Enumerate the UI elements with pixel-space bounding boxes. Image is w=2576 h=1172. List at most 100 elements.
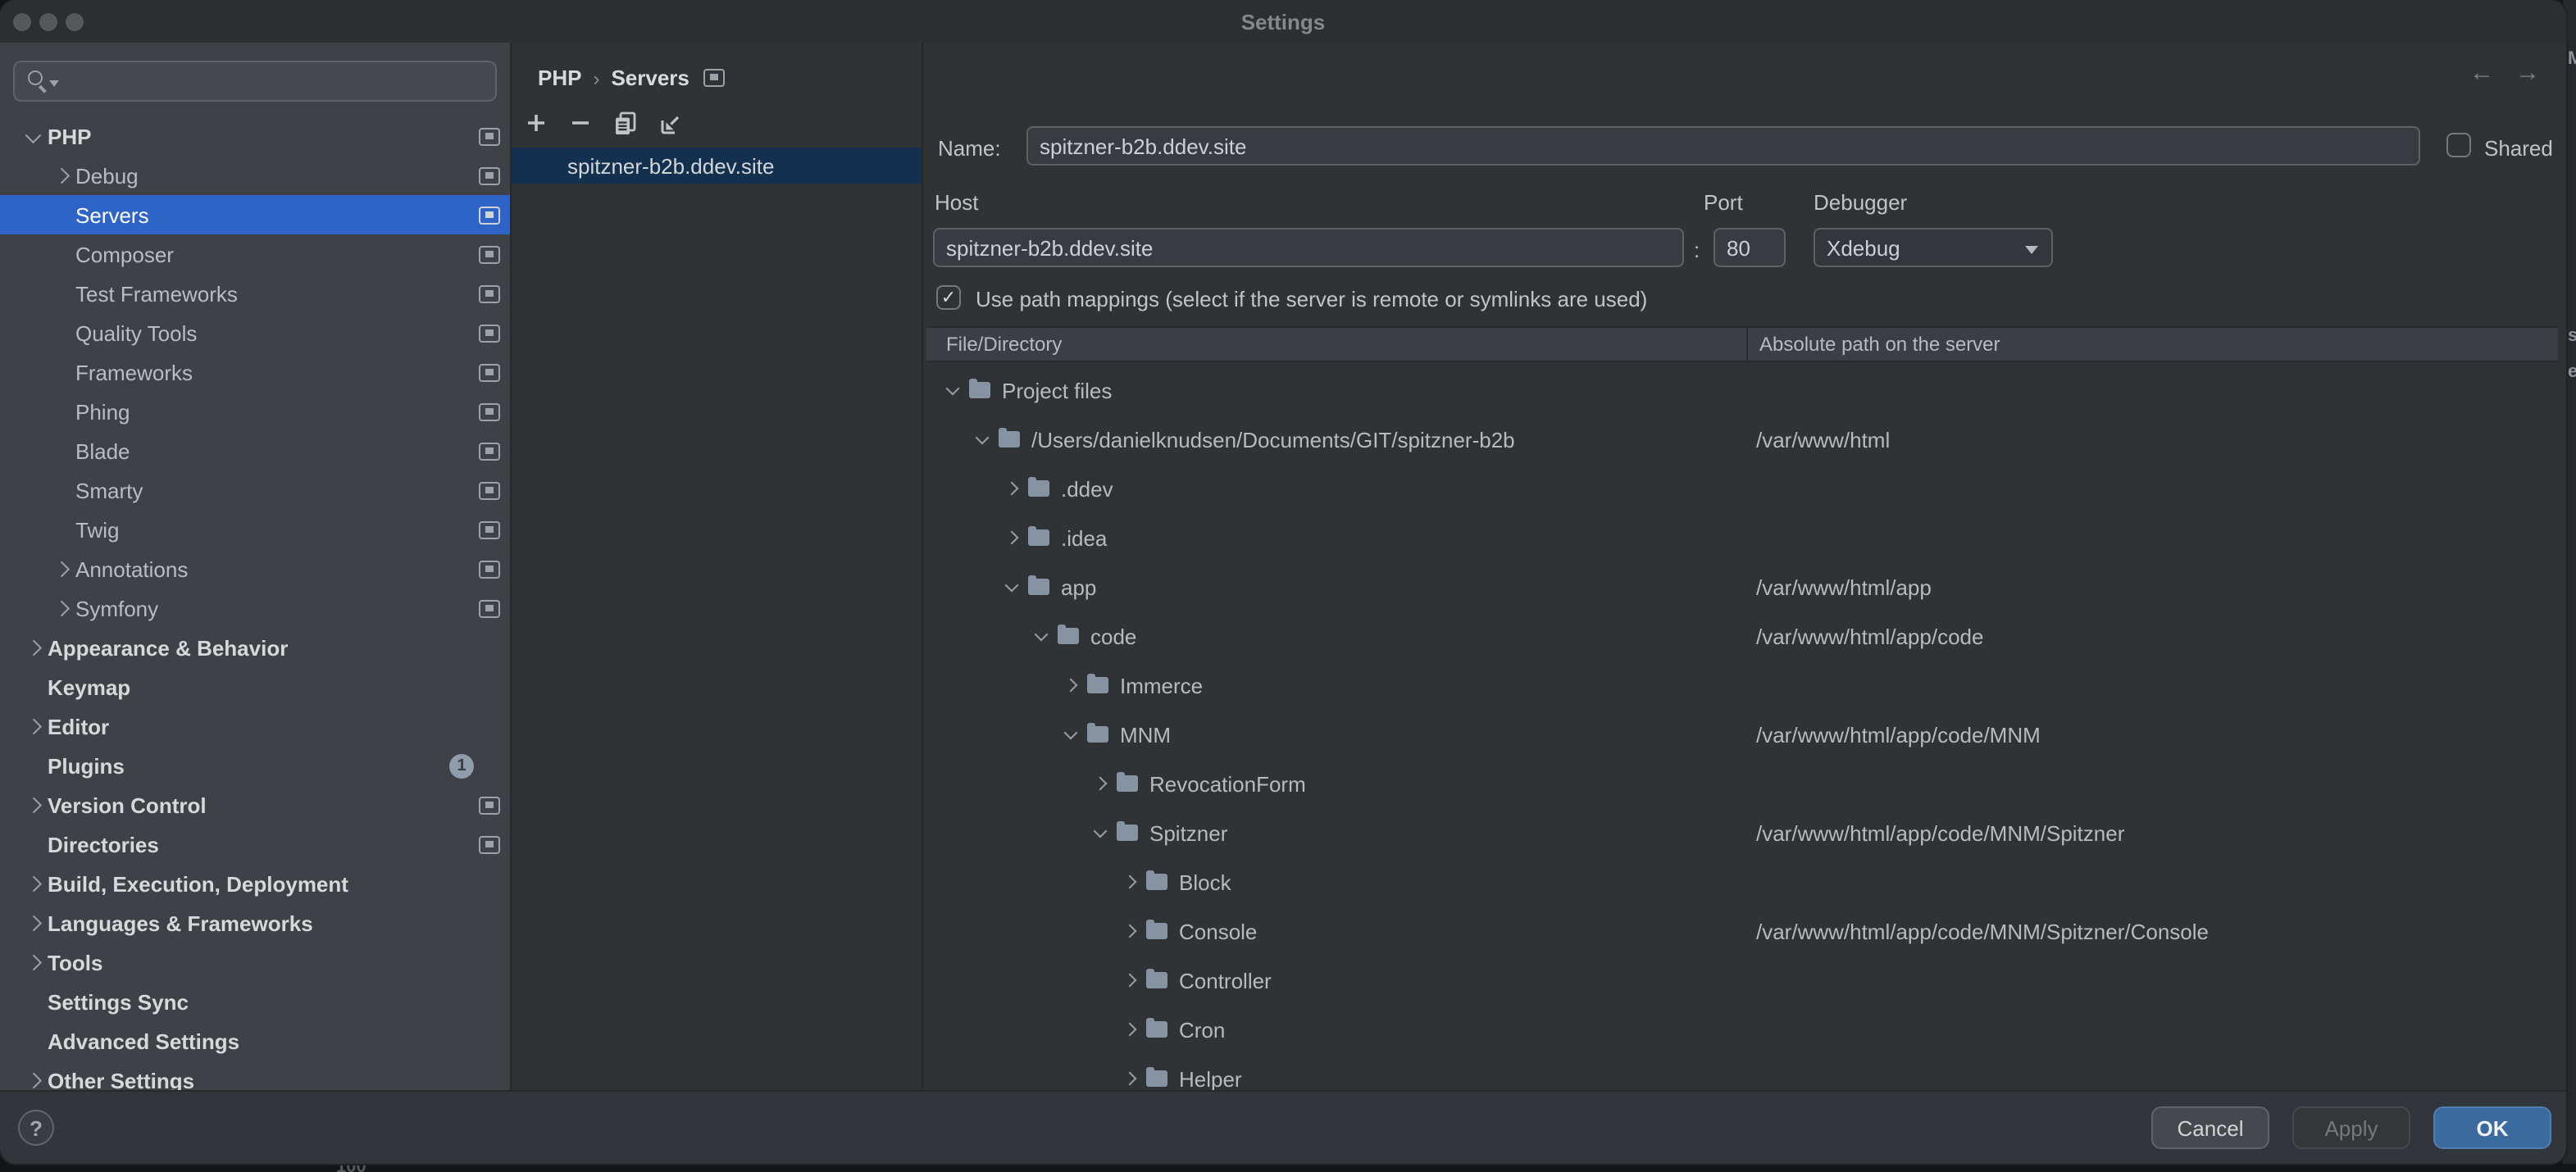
sidebar-item-annotations[interactable]: Annotations (0, 549, 510, 588)
mapping-row-revocationform[interactable]: RevocationForm (923, 759, 2560, 808)
sidebar-item-twig[interactable]: Twig (0, 510, 510, 549)
mapping-row-spitzner[interactable]: Spitzner/var/www/html/app/code/MNM/Spitz… (923, 808, 2560, 857)
remove-server-button[interactable] (567, 110, 594, 136)
mapping-row-block[interactable]: Block (923, 857, 2560, 906)
breadcrumb-php[interactable]: PHP (538, 66, 581, 90)
folder-icon (1146, 1021, 1167, 1038)
mapping-row-users-danielknudsen-documents-git-spitzner-b2b[interactable]: /Users/danielknudsen/Documents/GIT/spitz… (923, 415, 2560, 464)
chevron-right-icon[interactable] (23, 638, 43, 657)
chevron-right-icon[interactable] (1123, 924, 1136, 938)
chevron-right-icon[interactable] (23, 716, 43, 736)
sidebar-item-symfony[interactable]: Symfony (0, 588, 510, 628)
mapping-directory-label: code (1090, 624, 1136, 648)
mapping-row-mnm[interactable]: MNM/var/www/html/app/code/MNM (923, 710, 2560, 759)
sidebar-item-label: Directories (48, 832, 159, 856)
chevron-down-icon[interactable] (1094, 826, 1107, 839)
host-port-separator: : (1694, 238, 1700, 262)
chevron-right-icon[interactable] (1123, 974, 1136, 987)
help-button[interactable]: ? (18, 1110, 54, 1146)
cancel-button[interactable]: Cancel (2151, 1106, 2269, 1149)
settings-page-icon (479, 835, 500, 853)
add-server-button[interactable] (523, 110, 549, 136)
mapping-row-cron[interactable]: Cron (923, 1005, 2560, 1054)
chevron-spacer (51, 520, 71, 539)
mapping-row-controller[interactable]: Controller (923, 956, 2560, 1005)
chevron-right-icon[interactable] (1005, 482, 1018, 495)
chevron-down-icon[interactable] (1064, 728, 1077, 741)
sidebar-item-php[interactable]: PHP (0, 116, 510, 156)
sidebar-item-composer[interactable]: Composer (0, 234, 510, 274)
mapping-row-helper[interactable]: Helper (923, 1054, 2560, 1090)
chevron-right-icon[interactable] (1094, 777, 1107, 790)
chevron-spacer (51, 362, 71, 382)
sidebar-item-plugins[interactable]: Plugins1 (0, 746, 510, 785)
name-field[interactable]: spitzner-b2b.ddev.site (1026, 126, 2420, 166)
plugins-count-badge: 1 (449, 753, 474, 778)
sidebar-item-build-execution-deployment[interactable]: Build, Execution, Deployment (0, 864, 510, 903)
chevron-down-icon[interactable] (1035, 629, 1048, 643)
shared-label: Shared (2484, 136, 2553, 161)
sidebar-item-version-control[interactable]: Version Control (0, 785, 510, 824)
ok-button[interactable]: OK (2433, 1106, 2551, 1149)
sidebar-item-label: Quality Tools (75, 320, 197, 345)
sidebar-item-settings-sync[interactable]: Settings Sync (0, 982, 510, 1021)
server-list: spitzner-b2b.ddev.site (512, 148, 922, 184)
chevron-right-icon[interactable] (23, 913, 43, 933)
mapping-row-project-files[interactable]: Project files (923, 366, 2560, 415)
mapping-row-immerce[interactable]: Immerce (923, 661, 2560, 710)
port-field[interactable]: 80 (1714, 228, 1786, 267)
chevron-right-icon[interactable] (1064, 679, 1077, 692)
sidebar-item-editor[interactable]: Editor (0, 706, 510, 746)
sidebar-item-quality-tools[interactable]: Quality Tools (0, 313, 510, 352)
host-field[interactable]: spitzner-b2b.ddev.site (933, 228, 1684, 267)
sidebar-item-other-settings[interactable]: Other Settings (0, 1061, 510, 1090)
chevron-right-icon[interactable] (1005, 531, 1018, 544)
debugger-select[interactable]: Xdebug (1814, 228, 2053, 267)
chevron-right-icon[interactable] (1123, 875, 1136, 888)
chevron-right-icon[interactable] (51, 166, 71, 185)
copy-server-button[interactable] (612, 110, 638, 136)
forward-arrow-icon[interactable]: → (2515, 59, 2540, 87)
sidebar-item-label: Annotations (75, 556, 188, 581)
chevron-right-icon[interactable] (51, 559, 71, 579)
chevron-right-icon[interactable] (23, 795, 43, 815)
settings-search-input[interactable] (13, 61, 497, 102)
sidebar-item-phing[interactable]: Phing (0, 392, 510, 431)
chevron-right-icon[interactable] (1123, 1023, 1136, 1036)
mapping-row-ddev[interactable]: .ddev (923, 464, 2560, 513)
chevron-down-icon[interactable] (976, 433, 989, 446)
chevron-right-icon[interactable] (23, 874, 43, 893)
sidebar-item-advanced-settings[interactable]: Advanced Settings (0, 1021, 510, 1061)
sidebar-item-smarty[interactable]: Smarty (0, 470, 510, 510)
chevron-right-icon[interactable] (23, 1070, 43, 1090)
mapping-row-code[interactable]: code/var/www/html/app/code (923, 611, 2560, 661)
apply-button[interactable]: Apply (2292, 1106, 2410, 1149)
folder-icon (1087, 726, 1108, 743)
mapping-row-app[interactable]: app/var/www/html/app (923, 562, 2560, 611)
sidebar-item-appearance-behavior[interactable]: Appearance & Behavior (0, 628, 510, 667)
sidebar-item-tools[interactable]: Tools (0, 943, 510, 982)
sidebar-item-directories[interactable]: Directories (0, 824, 510, 864)
server-list-item[interactable]: spitzner-b2b.ddev.site (512, 148, 922, 184)
chevron-down-icon[interactable] (946, 384, 959, 397)
column-divider[interactable] (1746, 328, 1748, 361)
sidebar-item-blade[interactable]: Blade (0, 431, 510, 470)
sidebar-item-keymap[interactable]: Keymap (0, 667, 510, 706)
sidebar-item-languages-frameworks[interactable]: Languages & Frameworks (0, 903, 510, 943)
chevron-down-icon[interactable] (23, 126, 43, 146)
import-server-button[interactable] (656, 110, 682, 136)
sidebar-item-frameworks[interactable]: Frameworks (0, 352, 510, 392)
chevron-right-icon[interactable] (1123, 1072, 1136, 1085)
sidebar-item-test-frameworks[interactable]: Test Frameworks (0, 274, 510, 313)
shared-checkbox[interactable] (2446, 133, 2471, 157)
mapping-row-idea[interactable]: .idea (923, 513, 2560, 562)
sidebar-item-debug[interactable]: Debug (0, 156, 510, 195)
chevron-right-icon[interactable] (51, 598, 71, 618)
path-mappings-checkbox[interactable]: ✓ (936, 285, 961, 310)
sidebar-item-label: Phing (75, 399, 130, 424)
mapping-row-console[interactable]: Console/var/www/html/app/code/MNM/Spitzn… (923, 906, 2560, 956)
back-arrow-icon[interactable]: ← (2469, 59, 2494, 87)
chevron-down-icon[interactable] (1005, 580, 1018, 593)
chevron-right-icon[interactable] (23, 952, 43, 972)
sidebar-item-servers[interactable]: Servers (0, 195, 510, 234)
